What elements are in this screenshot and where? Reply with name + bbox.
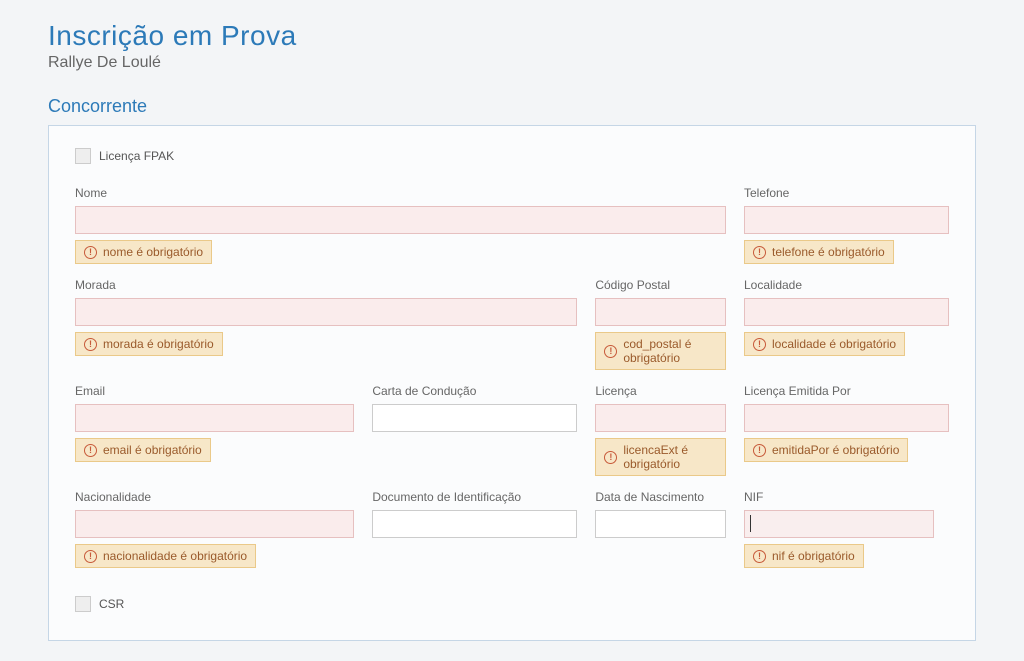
morada-label: Morada — [75, 278, 577, 292]
nome-error: ! nome é obrigatório — [75, 240, 212, 264]
morada-error-text: morada é obrigatório — [103, 337, 214, 351]
email-error-text: email é obrigatório — [103, 443, 202, 457]
telefone-label: Telefone — [744, 186, 949, 200]
page-title: Inscrição em Prova — [48, 20, 976, 52]
nome-label: Nome — [75, 186, 726, 200]
alert-icon: ! — [753, 338, 766, 351]
alert-icon: ! — [753, 550, 766, 563]
alert-icon: ! — [84, 550, 97, 563]
nacionalidade-error: ! nacionalidade é obrigatório — [75, 544, 256, 568]
text-cursor — [750, 515, 751, 532]
morada-error: ! morada é obrigatório — [75, 332, 223, 356]
licenca-input[interactable] — [595, 404, 726, 432]
alert-icon: ! — [753, 246, 766, 259]
localidade-input[interactable] — [744, 298, 949, 326]
csr-label: CSR — [99, 597, 124, 611]
licenca-emitida-por-input[interactable] — [744, 404, 949, 432]
page-subtitle: Rallye De Loulé — [48, 54, 976, 72]
csr-row: CSR — [75, 596, 949, 612]
telefone-input[interactable] — [744, 206, 949, 234]
localidade-error: ! localidade é obrigatório — [744, 332, 905, 356]
codigo-postal-label: Código Postal — [595, 278, 726, 292]
licenca-error-text: licencaExt é obrigatório — [623, 443, 717, 471]
carta-conducao-input[interactable] — [372, 404, 577, 432]
email-input[interactable] — [75, 404, 354, 432]
documento-identificacao-input[interactable] — [372, 510, 577, 538]
telefone-error-text: telefone é obrigatório — [772, 245, 885, 259]
codigo-postal-error-text: cod_postal é obrigatório — [623, 337, 717, 365]
nif-label: NIF — [744, 490, 949, 504]
carta-conducao-label: Carta de Condução — [372, 384, 577, 398]
section-title: Concorrente — [48, 96, 976, 117]
localidade-label: Localidade — [744, 278, 949, 292]
telefone-error: ! telefone é obrigatório — [744, 240, 894, 264]
alert-icon: ! — [84, 246, 97, 259]
licenca-fpak-checkbox[interactable] — [75, 148, 91, 164]
nome-error-text: nome é obrigatório — [103, 245, 203, 259]
licenca-fpak-row: Licença FPAK — [75, 148, 949, 164]
nome-input[interactable] — [75, 206, 726, 234]
data-nascimento-label: Data de Nascimento — [595, 490, 726, 504]
licenca-emitida-por-error-text: emitidaPor é obrigatório — [772, 443, 899, 457]
licenca-fpak-label: Licença FPAK — [99, 149, 174, 163]
morada-input[interactable] — [75, 298, 577, 326]
alert-icon: ! — [604, 345, 617, 358]
licenca-label: Licença — [595, 384, 726, 398]
licenca-emitida-por-label: Licença Emitida Por — [744, 384, 949, 398]
email-label: Email — [75, 384, 354, 398]
licenca-error: ! licencaExt é obrigatório — [595, 438, 726, 476]
nif-error: ! nif é obrigatório — [744, 544, 864, 568]
csr-checkbox[interactable] — [75, 596, 91, 612]
form-panel: Licença FPAK Nome ! nome é obrigatório T… — [48, 125, 976, 641]
nacionalidade-error-text: nacionalidade é obrigatório — [103, 549, 247, 563]
data-nascimento-input[interactable] — [595, 510, 726, 538]
email-error: ! email é obrigatório — [75, 438, 211, 462]
form-grid: Nome ! nome é obrigatório Telefone ! tel… — [75, 186, 949, 568]
licenca-emitida-por-error: ! emitidaPor é obrigatório — [744, 438, 908, 462]
nacionalidade-input[interactable] — [75, 510, 354, 538]
codigo-postal-error: ! cod_postal é obrigatório — [595, 332, 726, 370]
documento-identificacao-label: Documento de Identificação — [372, 490, 577, 504]
alert-icon: ! — [604, 451, 617, 464]
alert-icon: ! — [84, 444, 97, 457]
codigo-postal-input[interactable] — [595, 298, 726, 326]
nacionalidade-label: Nacionalidade — [75, 490, 354, 504]
localidade-error-text: localidade é obrigatório — [772, 337, 896, 351]
nif-input[interactable] — [744, 510, 934, 538]
alert-icon: ! — [84, 338, 97, 351]
nif-error-text: nif é obrigatório — [772, 549, 855, 563]
alert-icon: ! — [753, 444, 766, 457]
